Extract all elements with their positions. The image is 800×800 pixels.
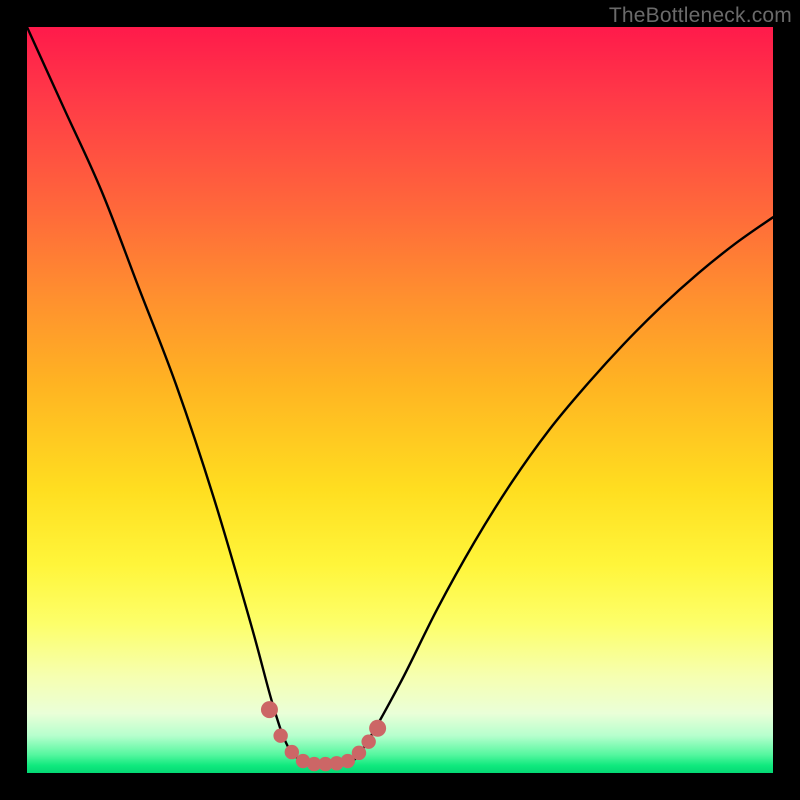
chart-frame: TheBottleneck.com bbox=[0, 0, 800, 800]
trough-marker bbox=[352, 746, 366, 760]
watermark-text: TheBottleneck.com bbox=[609, 4, 792, 28]
trough-marker bbox=[285, 745, 299, 759]
plot-area bbox=[27, 27, 773, 773]
chart-svg bbox=[27, 27, 773, 773]
trough-marker bbox=[369, 720, 386, 737]
trough-marker bbox=[273, 729, 287, 743]
trough-marker bbox=[361, 734, 375, 748]
trough-markers-group bbox=[261, 701, 386, 771]
bottleneck-curve bbox=[27, 27, 773, 764]
trough-marker bbox=[261, 701, 278, 718]
